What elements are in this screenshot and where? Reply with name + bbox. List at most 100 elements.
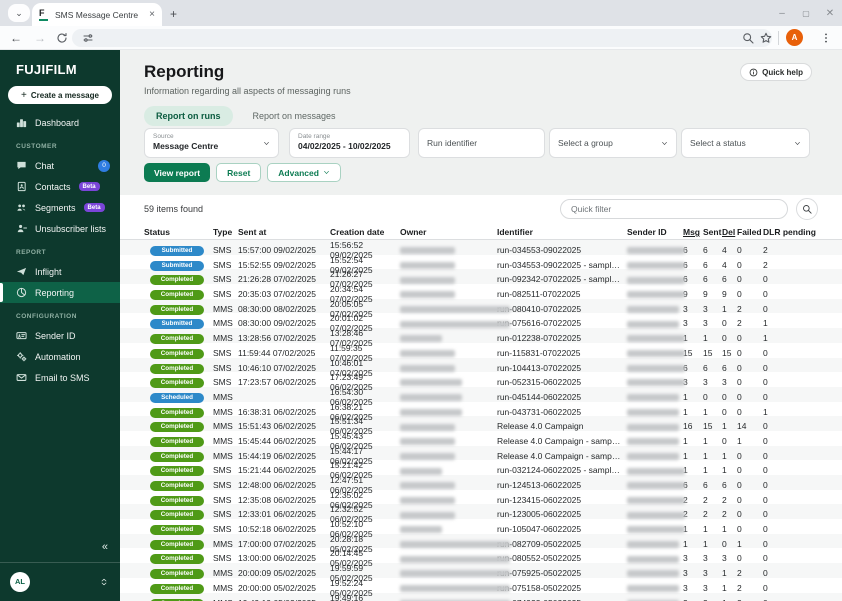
table-row[interactable]: CompletedSMS10:46:10 07/02/202510:46:01 …: [120, 358, 842, 373]
zoom-icon[interactable]: [742, 32, 754, 44]
sidebar-item-dashboard[interactable]: Dashboard: [0, 112, 120, 133]
cell-identifier: run-123005-06022025: [497, 509, 627, 519]
sidebar-item-label: Chat: [35, 161, 54, 171]
cell-type: MMS: [213, 451, 238, 461]
quick-help-button[interactable]: Quick help: [740, 63, 812, 81]
quick-filter-input[interactable]: [560, 199, 788, 219]
table-row[interactable]: CompletedSMS20:35:03 07/02/202520:34:54 …: [120, 284, 842, 299]
table-row[interactable]: CompletedMMS13:28:56 07/02/202513:28:46 …: [120, 328, 842, 343]
sidebar-item-inflight[interactable]: Inflight: [0, 261, 120, 282]
run-identifier-input[interactable]: Run identifier: [418, 128, 545, 158]
address-bar[interactable]: [72, 29, 772, 47]
tune-icon[interactable]: [82, 32, 94, 44]
group-select[interactable]: Select a group: [549, 128, 677, 158]
browser-menu-icon[interactable]: [820, 30, 832, 46]
owner-redacted: [400, 394, 462, 401]
owner-redacted: [400, 277, 455, 284]
table-row[interactable]: CompletedMMS20:00:09 05/02/202519:59:59 …: [120, 563, 842, 578]
tab-report-on-runs[interactable]: Report on runs: [144, 106, 233, 126]
column-header-del[interactable]: Del: [722, 227, 737, 237]
table-row[interactable]: CompletedMMS15:51:43 06/02/202515:51:34 …: [120, 416, 842, 431]
column-header-failed[interactable]: Failed: [737, 227, 763, 237]
column-header-creation-date[interactable]: Creation date: [330, 227, 400, 237]
tab-report-on-messages[interactable]: Report on messages: [241, 106, 348, 126]
bookmark-star-icon[interactable]: [760, 32, 772, 44]
cell-identifier: run-080552-05022025: [497, 553, 627, 563]
column-header-dlr-pending[interactable]: DLR pending: [763, 227, 830, 237]
column-header-type[interactable]: Type: [213, 227, 238, 237]
sidebar-section-label: CONFIGURATION: [16, 311, 120, 323]
table-row[interactable]: CompletedSMS12:33:01 06/02/202512:32:52 …: [120, 504, 842, 519]
sidebar-item-reporting[interactable]: Reporting: [0, 282, 120, 303]
sidebar-item-segments[interactable]: SegmentsBeta: [0, 197, 120, 218]
table-row[interactable]: CompletedMMS08:30:00 08/02/202520:05:05 …: [120, 299, 842, 314]
browser-profile-avatar[interactable]: A: [786, 29, 803, 46]
table-row[interactable]: CompletedSMS12:35:08 06/02/202512:35:02 …: [120, 490, 842, 505]
cell-type: MMS: [213, 598, 238, 601]
sidebar-item-chat[interactable]: Chat0: [0, 155, 120, 176]
table-row[interactable]: CompletedSMS12:48:00 06/02/202512:47:51 …: [120, 475, 842, 490]
column-header-sent-at[interactable]: Sent at: [238, 227, 330, 237]
column-header-msg[interactable]: Msg: [683, 227, 703, 237]
column-header-owner[interactable]: Owner: [400, 227, 497, 237]
sidebar-item-unsubscriber-lists[interactable]: Unsubscriber lists: [0, 218, 120, 239]
collapse-sidebar-icon[interactable]: «: [102, 541, 108, 553]
table-row[interactable]: CompletedMMS16:38:31 06/02/202516:38:21 …: [120, 402, 842, 417]
tab-close-icon[interactable]: ×: [149, 10, 155, 20]
browser-tab[interactable]: F SMS Message Centre ×: [32, 3, 162, 26]
cell-dlr-pending: 2: [763, 245, 830, 255]
new-tab-button[interactable]: +: [170, 7, 177, 21]
table-row[interactable]: CompletedMMS15:45:44 06/02/202515:45:43 …: [120, 431, 842, 446]
reload-icon[interactable]: [56, 32, 68, 44]
cell-failed: 2: [737, 318, 763, 328]
table-row[interactable]: CompletedMMS20:00:00 05/02/202519:52:24 …: [120, 578, 842, 593]
sender-id-redacted: [627, 556, 679, 563]
cell-owner: [400, 524, 497, 534]
table-row[interactable]: CompletedSMS10:52:18 06/02/202510:52:10 …: [120, 519, 842, 534]
table-row[interactable]: CompletedMMS19:49:19 05/02/202519:49:16 …: [120, 593, 842, 601]
sidebar-item-email-to-sms[interactable]: Email to SMS: [0, 367, 120, 388]
table-row[interactable]: CompletedSMS15:21:44 06/02/202515:21:42 …: [120, 460, 842, 475]
table-row[interactable]: SubmittedSMS15:52:55 09/02/202515:52:54 …: [120, 255, 842, 270]
user-menu-updown-icon[interactable]: [100, 577, 108, 587]
cell-del: 3: [722, 553, 737, 563]
minimize-button[interactable]: –: [770, 8, 794, 19]
table-row[interactable]: CompletedSMS21:26:28 07/02/202521:26:27 …: [120, 269, 842, 284]
column-header-sender-id[interactable]: Sender ID: [627, 227, 683, 237]
source-select[interactable]: Source Message Centre: [144, 128, 279, 158]
column-header-sent[interactable]: Sent: [703, 227, 722, 237]
cell-type: SMS: [213, 495, 238, 505]
status-select[interactable]: Select a status: [681, 128, 810, 158]
table-row[interactable]: ScheduledMMS16:54:30 06/02/2025run-04514…: [120, 387, 842, 402]
status-badge: Scheduled: [150, 393, 204, 403]
chevron-down-icon: [323, 169, 330, 176]
table-row[interactable]: CompletedMMS15:44:19 06/02/202515:44:17 …: [120, 446, 842, 461]
maximize-button[interactable]: ▢: [794, 9, 818, 18]
sidebar-item-automation[interactable]: Automation: [0, 346, 120, 367]
table-row[interactable]: SubmittedMMS08:30:00 09/02/202520:01:02 …: [120, 313, 842, 328]
back-button[interactable]: ←: [10, 30, 22, 46]
table-row[interactable]: CompletedSMS17:23:57 06/02/202517:23:49 …: [120, 372, 842, 387]
user-row[interactable]: AL: [0, 569, 120, 595]
date-range-field[interactable]: Date range 04/02/2025 - 10/02/2025: [289, 128, 410, 158]
owner-redacted: [400, 556, 510, 563]
forward-button[interactable]: →: [34, 30, 46, 46]
sender-id-redacted: [627, 497, 685, 504]
column-header-identifier[interactable]: Identifier: [497, 227, 627, 237]
view-report-button[interactable]: View report: [144, 163, 210, 182]
tab-search-button[interactable]: ⌄: [8, 4, 30, 22]
sidebar-item-sender-id[interactable]: Sender ID: [0, 325, 120, 346]
table-row[interactable]: SubmittedSMS15:57:00 09/02/202515:56:52 …: [120, 240, 842, 255]
create-message-button[interactable]: + Create a message: [8, 86, 112, 104]
column-header-status[interactable]: Status: [144, 227, 213, 237]
search-button[interactable]: [796, 198, 818, 220]
table-row[interactable]: CompletedSMS11:59:44 07/02/202511:59:35 …: [120, 343, 842, 358]
cell-failed: 0: [737, 245, 763, 255]
sidebar-item-contacts[interactable]: ContactsBeta: [0, 176, 120, 197]
table-row[interactable]: CompletedMMS17:00:00 07/02/202520:28:18 …: [120, 534, 842, 549]
close-button[interactable]: ✕: [818, 8, 842, 19]
cell-type: MMS: [213, 568, 238, 578]
advanced-button[interactable]: Advanced: [267, 163, 341, 182]
reset-button[interactable]: Reset: [216, 163, 261, 182]
table-row[interactable]: CompletedSMS13:00:00 06/02/202520:14:45 …: [120, 548, 842, 563]
